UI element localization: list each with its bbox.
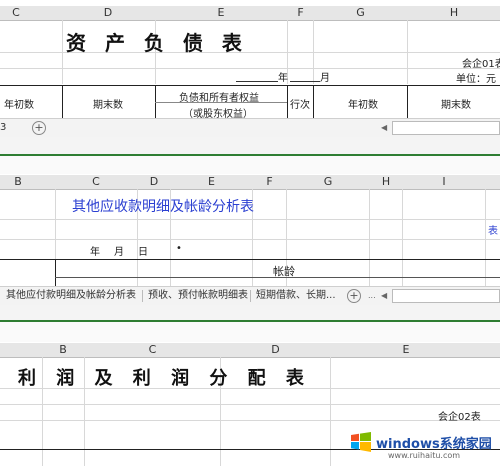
- header-equity: 负债和所有者权益: [179, 93, 259, 104]
- column-header[interactable]: F: [253, 175, 286, 188]
- sheet-title: 其他应收款明细及帐龄分析表: [72, 199, 254, 215]
- column-header[interactable]: B: [0, 175, 36, 188]
- grid-line: [0, 239, 500, 240]
- tab-separator: [250, 290, 251, 302]
- column-header[interactable]: E: [171, 175, 252, 188]
- column-header-bar: B C D E F G H I: [0, 175, 500, 190]
- scroll-left-icon[interactable]: ◀: [381, 123, 387, 132]
- month-label: 月: [320, 73, 330, 84]
- column-header[interactable]: F: [288, 6, 313, 19]
- column-header[interactable]: E: [155, 6, 287, 19]
- header-begin: 年初数: [4, 100, 34, 111]
- column-header[interactable]: D: [62, 6, 154, 19]
- date-line: 年 月 日: [90, 247, 150, 258]
- table-border: [0, 85, 500, 86]
- grid-line: [369, 189, 370, 287]
- sheet-title: 资 产 负 债 表: [66, 31, 248, 55]
- column-header-bar: C D E F G H: [0, 6, 500, 21]
- sheet-title: 利 润 及 利 润 分 配 表: [18, 368, 311, 389]
- panel-gap: [0, 322, 500, 342]
- column-header[interactable]: E: [331, 343, 481, 356]
- table-border: [0, 259, 500, 260]
- dot-marker: •: [176, 243, 182, 254]
- month-blank: [290, 71, 320, 82]
- table-border: [407, 85, 408, 119]
- watermark-url: www.ruihaitu.com: [388, 451, 461, 460]
- column-header-bar: B C D E: [0, 343, 500, 358]
- sheet-tab[interactable]: 3: [0, 119, 6, 136]
- sheet-tab-borrowings[interactable]: 短期借款、长期...: [256, 287, 336, 304]
- horizontal-scrollbar[interactable]: [392, 121, 500, 135]
- add-sheet-icon[interactable]: +: [347, 289, 361, 303]
- column-header[interactable]: D: [138, 175, 170, 188]
- column-header[interactable]: C: [55, 175, 137, 188]
- corner-label: 表: [488, 226, 498, 237]
- tab-more-icon[interactable]: ...: [368, 291, 376, 300]
- grid-line: [0, 68, 500, 69]
- grid-line: [402, 189, 403, 287]
- sheet-tab-bar: 3 + ◀: [0, 118, 500, 137]
- column-header[interactable]: I: [403, 175, 485, 188]
- sheet-tab-other-payables[interactable]: 其他应付款明细及帐龄分析表: [6, 287, 136, 304]
- horizontal-scrollbar[interactable]: [392, 289, 500, 303]
- form-code: 会企02表: [438, 412, 481, 423]
- panel-gap: [0, 305, 500, 320]
- windows-logo-icon: [350, 431, 372, 453]
- column-header[interactable]: H: [370, 175, 402, 188]
- grid-line: [0, 420, 500, 421]
- sheet-tab-advances[interactable]: 预收、预付帐款明细表: [148, 287, 248, 304]
- column-header[interactable]: D: [221, 343, 330, 356]
- grid-line: [485, 189, 486, 287]
- column-header[interactable]: C: [0, 6, 32, 19]
- tab-separator: [142, 290, 143, 302]
- sheet-tab-bar: 其他应付款明细及帐龄分析表 预收、预付帐款明细表 短期借款、长期... + ..…: [0, 286, 500, 305]
- aging-header: 帐龄: [273, 265, 295, 278]
- watermark-brand: windows系统家园: [376, 437, 492, 452]
- unit-label: 单位：元: [456, 74, 496, 85]
- column-header[interactable]: H: [408, 6, 500, 19]
- form-code: 会企01表: [462, 59, 500, 70]
- column-header[interactable]: G: [287, 175, 369, 188]
- header-row-no: 行次: [290, 100, 310, 111]
- grid-line: [0, 219, 500, 220]
- header-end-2: 期末数: [441, 100, 471, 111]
- panel-gap: [0, 137, 500, 154]
- header-end: 期末数: [93, 100, 123, 111]
- grid-line: [0, 404, 500, 405]
- column-header[interactable]: G: [314, 6, 407, 19]
- table-border: [62, 85, 63, 119]
- column-header[interactable]: C: [85, 343, 220, 356]
- year-blank: [236, 71, 278, 82]
- scroll-left-icon[interactable]: ◀: [381, 291, 387, 300]
- table-border: [287, 85, 288, 119]
- column-header[interactable]: B: [42, 343, 84, 356]
- table-border: [55, 259, 56, 287]
- panel-gap: [0, 156, 500, 174]
- year-label: 年: [278, 73, 288, 84]
- header-begin-2: 年初数: [348, 100, 378, 111]
- table-border: [313, 85, 314, 119]
- add-sheet-icon[interactable]: +: [32, 121, 46, 135]
